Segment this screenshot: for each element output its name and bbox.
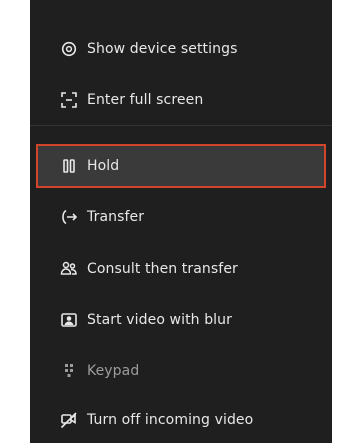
menu-item-label: Keypad (87, 363, 140, 379)
blur-video-icon (60, 311, 78, 329)
menu-item-label: Enter full screen (87, 92, 204, 108)
menu-item-enter-full-screen[interactable]: Enter full screen (30, 78, 332, 122)
transfer-icon (60, 208, 78, 226)
fullscreen-icon (60, 91, 78, 109)
menu-item-label: Transfer (87, 209, 145, 225)
menu-item-consult-then-transfer[interactable]: Consult then transfer (30, 247, 332, 291)
menu-item-start-video-with-blur[interactable]: Start video with blur (30, 298, 332, 342)
pause-icon (60, 157, 78, 175)
menu-item-label: Consult then transfer (87, 261, 238, 277)
menu-item-turn-off-incoming-video[interactable]: Turn off incoming video (30, 398, 332, 442)
menu-item-label: Turn off incoming video (87, 412, 254, 428)
menu-item-transfer[interactable]: Transfer (30, 195, 332, 239)
menu-divider (30, 125, 332, 126)
consult-icon (60, 260, 78, 278)
gear-icon (60, 40, 78, 58)
keypad-icon (60, 362, 78, 380)
video-off-icon (60, 411, 78, 429)
menu-item-keypad[interactable]: Keypad (30, 349, 332, 393)
call-more-options-menu: Show device settings Enter full screen H… (30, 0, 332, 443)
menu-item-label: Start video with blur (87, 312, 232, 328)
menu-item-show-device-settings[interactable]: Show device settings (30, 27, 332, 71)
menu-item-hold[interactable]: Hold (36, 144, 326, 188)
menu-item-label: Hold (87, 158, 120, 174)
menu-item-label: Show device settings (87, 41, 238, 57)
